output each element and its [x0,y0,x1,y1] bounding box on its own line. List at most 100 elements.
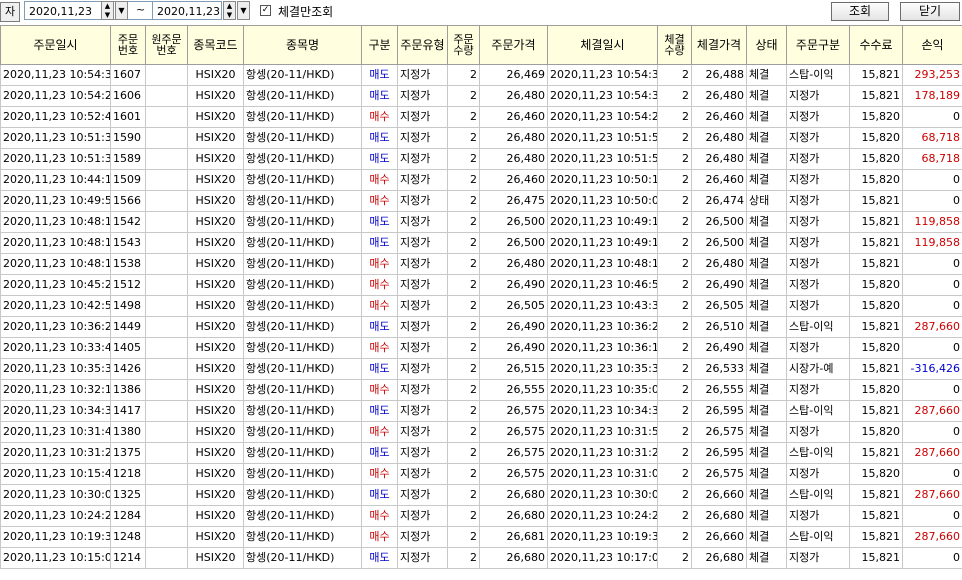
cell-order-datetime: 2020,11,23 10:24:21 [0,505,111,527]
search-button[interactable]: 조회 [831,2,889,21]
column-header-order-type[interactable]: 주문유형 [397,25,448,65]
cell-order-price: 26,575 [479,421,548,443]
cell-order-price: 26,460 [479,106,548,128]
cell-side: 매도 [361,148,398,170]
cell-symbol-name: 항셍(20-11/HKD) [243,190,362,212]
cell-order-no: 1566 [110,190,146,212]
column-header-orig-order-no[interactable]: 원주문 번호 [145,25,188,65]
table-row[interactable]: 2020,11,23 10:48:16 1538 HSIX20 항셍(20-11/HK… [0,253,962,275]
table-row[interactable]: 2020,11,23 10:36:23 1449 HSIX20 항셍(20-11/HK… [0,316,962,338]
table-row[interactable]: 2020,11,23 10:51:34 1589 HSIX20 항셍(20-11/HK… [0,148,962,170]
filled-only-checkbox[interactable]: ✓ [260,5,271,16]
cell-symbol-code: HSIX20 [187,316,244,338]
table-row[interactable]: 2020,11,23 10:19:31 1248 HSIX20 항셍(20-11/HK… [0,526,962,548]
cell-symbol-name: 항셍(20-11/HKD) [243,547,362,569]
column-header-order-price[interactable]: 주문가격 [479,25,548,65]
cell-order-type: 지정가 [397,169,448,191]
cell-side: 매도 [361,547,398,569]
column-header-order-no[interactable]: 주문 번호 [110,25,146,65]
table-row[interactable]: 2020,11,23 10:51:35 1590 HSIX20 항셍(20-11/HK… [0,127,962,149]
date-to-field[interactable]: 2020,11,23 [152,1,222,20]
column-header-fill-datetime[interactable]: 체결일시 [547,25,658,65]
table-row[interactable]: 2020,11,23 10:24:21 1284 HSIX20 항셍(20-11/HK… [0,505,962,527]
column-header-status[interactable]: 상태 [746,25,787,65]
cell-pnl: 0 [902,421,962,443]
table-row[interactable]: 2020,11,23 10:31:28 1375 HSIX20 항셍(20-11/HK… [0,442,962,464]
order-fill-table: 주문일시 주문 번호 원주문 번호 종목코드 종목명 구분 주문유형 주문 수량 주문가격 체결일… [0,25,962,569]
cell-side: 매수 [361,379,398,401]
cell-status: 체결 [746,64,787,86]
table-row[interactable]: 2020,11,23 10:30:05 1325 HSIX20 항셍(20-11/HK… [0,484,962,506]
cell-pnl: 0 [902,190,962,212]
cell-fill-datetime: 2020,11,23 10:31:59 [547,421,658,443]
date-from-dropdown[interactable]: ▼ [115,1,128,20]
column-header-fill-price[interactable]: 체결가격 [691,25,747,65]
table-row[interactable]: 2020,11,23 10:34:38 1417 HSIX20 항셍(20-11/HK… [0,400,962,422]
column-header-order-qty[interactable]: 주문 수량 [447,25,480,65]
cell-commission: 15,821 [849,400,903,422]
table-row[interactable]: 2020,11,23 10:32:16 1386 HSIX20 항셍(20-11/HK… [0,379,962,401]
table-row[interactable]: 2020,11,23 10:49:58 1566 HSIX20 항셍(20-11/HK… [0,190,962,212]
table-header-row: 주문일시 주문 번호 원주문 번호 종목코드 종목명 구분 주문유형 주문 수량 주문가격 체결일… [0,25,962,65]
cell-order-qty: 2 [447,505,480,527]
cell-orig-order-no [145,232,188,254]
cell-order-price: 26,480 [479,253,548,275]
table-row[interactable]: 2020,11,23 10:33:40 1405 HSIX20 항셍(20-11/HK… [0,337,962,359]
table-row[interactable]: 2020,11,23 10:54:29 1606 HSIX20 항셍(20-11/HK… [0,85,962,107]
table-row[interactable]: 2020,11,23 10:52:46 1601 HSIX20 항셍(20-11/HK… [0,106,962,128]
cell-order-price: 26,575 [479,463,548,485]
cell-side: 매수 [361,463,398,485]
cell-fill-qty: 2 [657,148,692,170]
cell-order-qty: 2 [447,253,480,275]
spin-up-icon[interactable]: ▲ [224,2,235,11]
table-row[interactable]: 2020,11,23 10:15:08 1214 HSIX20 항셍(20-11/HK… [0,547,962,569]
cell-symbol-name: 항셍(20-11/HKD) [243,379,362,401]
close-button[interactable]: 닫기 [900,2,960,21]
cell-order-datetime: 2020,11,23 10:48:16 [0,253,111,275]
cell-pnl: 287,660 [902,400,962,422]
cell-fill-datetime: 2020,11,23 10:35:07 [547,379,658,401]
column-header-order-kind[interactable]: 주문구분 [786,25,850,65]
spin-down-icon[interactable]: ▼ [102,11,113,20]
column-header-fill-qty[interactable]: 체결 수량 [657,25,692,65]
table-row[interactable]: 2020,11,23 10:35:33 1426 HSIX20 항셍(20-11/HK… [0,358,962,380]
cell-status: 체결 [746,505,787,527]
cell-fill-price: 26,595 [691,442,747,464]
date-to-dropdown[interactable]: ▼ [237,1,250,20]
table-row[interactable]: 2020,11,23 10:15:41 1218 HSIX20 항셍(20-11/HK… [0,463,962,485]
column-header-side[interactable]: 구분 [361,25,398,65]
cell-side: 매도 [361,85,398,107]
column-header-symbol-code[interactable]: 종목코드 [187,25,244,65]
cell-side: 매수 [361,505,398,527]
cell-order-no: 1607 [110,64,146,86]
cell-orig-order-no [145,358,188,380]
cell-fill-datetime: 2020,11,23 10:35:33 [547,358,658,380]
cell-fill-price: 26,505 [691,295,747,317]
cell-order-qty: 2 [447,316,480,338]
cell-commission: 15,820 [849,337,903,359]
table-row[interactable]: 2020,11,23 10:31:49 1380 HSIX20 항셍(20-11/HK… [0,421,962,443]
spin-down-icon[interactable]: ▼ [224,11,235,20]
date-to-spin[interactable]: ▲ ▼ [223,1,236,20]
date-from-spin[interactable]: ▲ ▼ [101,1,114,20]
table-row[interactable]: 2020,11,23 10:42:52 1498 HSIX20 항셍(20-11/HK… [0,295,962,317]
table-row[interactable]: 2020,11,23 10:44:12 1509 HSIX20 항셍(20-11/HK… [0,169,962,191]
column-header-symbol-name[interactable]: 종목명 [243,25,362,65]
cell-symbol-name: 항셍(20-11/HKD) [243,127,362,149]
table-row[interactable]: 2020,11,23 10:48:19 1543 HSIX20 항셍(20-11/HK… [0,232,962,254]
cell-fill-qty: 2 [657,169,692,191]
table-row[interactable]: 2020,11,23 10:54:37 1607 HSIX20 항셍(20-11/HK… [0,64,962,86]
column-header-commission[interactable]: 수수료 [849,25,903,65]
cell-side: 매도 [361,211,398,233]
column-header-order-datetime[interactable]: 주문일시 [0,25,111,65]
cell-order-datetime: 2020,11,23 10:31:49 [0,421,111,443]
cell-commission: 15,821 [849,505,903,527]
cell-status: 체결 [746,463,787,485]
table-row[interactable]: 2020,11,23 10:45:25 1512 HSIX20 항셍(20-11/HK… [0,274,962,296]
table-row[interactable]: 2020,11,23 10:48:18 1542 HSIX20 항셍(20-11/HK… [0,211,962,233]
column-header-pnl[interactable]: 손익 [902,25,962,65]
spin-up-icon[interactable]: ▲ [102,2,113,11]
cell-order-qty: 2 [447,442,480,464]
cell-order-type: 지정가 [397,253,448,275]
cell-symbol-code: HSIX20 [187,211,244,233]
